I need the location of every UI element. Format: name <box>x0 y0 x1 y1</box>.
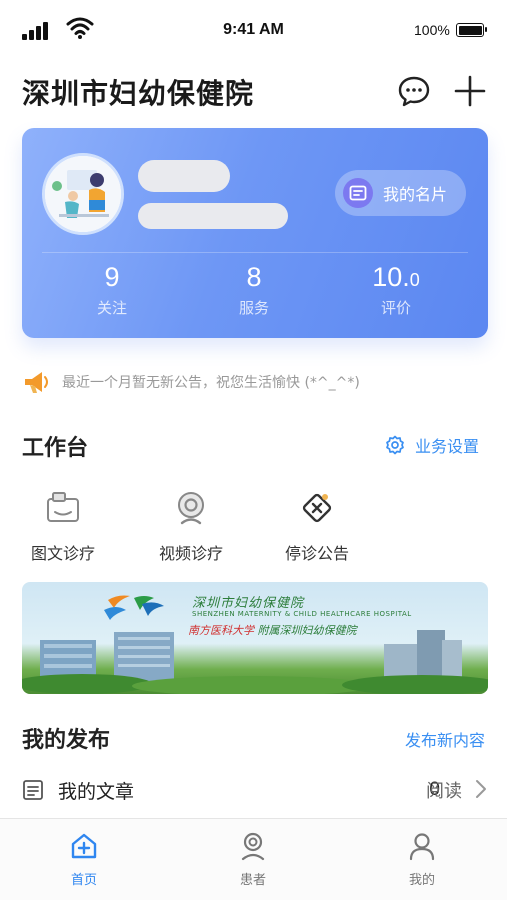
stat-rating-value: 10.0 <box>372 262 420 292</box>
stat-follow-label: 关注 <box>96 299 127 317</box>
my-articles-label: 我的文章 <box>58 780 135 803</box>
my-articles-row[interactable]: 我的文章 0 阅读 <box>22 772 488 808</box>
workbench-title: 工作台 <box>22 436 89 461</box>
camera-icon <box>178 492 204 525</box>
banner-title: 深圳市妇幼保健院 <box>192 596 305 611</box>
stat-service-value: 8 <box>246 262 262 292</box>
stat-rating[interactable]: 10.0 评价 <box>336 262 456 318</box>
article-icon <box>23 780 43 800</box>
card-divider <box>42 252 468 253</box>
tool-video-consult-label: 视频诊疗 <box>158 544 223 563</box>
profile-card[interactable]: 我的名片 9 关注 8 服务 10.0 评价 <box>22 128 488 338</box>
tab-home[interactable]: 首页 <box>44 831 124 888</box>
tab-mine[interactable]: 我的 <box>382 831 462 888</box>
gear-icon <box>386 435 404 455</box>
chat-doc-icon <box>47 492 79 522</box>
notice-text: 最近一个月暂无新公告，祝您生活愉快 (*^_^*) <box>62 375 360 391</box>
patient-icon <box>241 832 265 861</box>
banner-subtitle-2: 南方医科大学 附属深圳妇幼保健院 <box>188 624 357 637</box>
battery-icon <box>456 23 487 37</box>
business-card-icon <box>343 178 373 208</box>
home-icon <box>71 833 97 859</box>
megaphone-icon <box>25 372 48 393</box>
status-bar: 9:41 AM 100% <box>0 0 507 60</box>
bottom-tab-bar: 首页 患者 我的 <box>0 818 507 900</box>
message-icon[interactable] <box>396 73 432 109</box>
hospital-banner[interactable]: 深圳市妇幼保健院 SHENZHEN MATERNITY & CHILD HEAL… <box>22 582 488 694</box>
stat-rating-label: 评价 <box>380 299 411 317</box>
my-card-label: 我的名片 <box>383 185 448 204</box>
page-title: 深圳市妇幼保健院 <box>22 77 255 110</box>
notice-bar[interactable]: 最近一个月暂无新公告，祝您生活愉快 (*^_^*) <box>22 369 360 395</box>
doctor-title-redacted <box>138 203 288 229</box>
chevron-right-icon <box>476 780 486 798</box>
publish-title: 我的发布 <box>22 728 111 753</box>
tool-text-consult[interactable]: 图文诊疗 <box>8 490 118 564</box>
battery-percent: 100% <box>414 22 450 38</box>
tool-text-consult-label: 图文诊疗 <box>30 544 95 563</box>
business-settings-label: 业务设置 <box>415 437 480 456</box>
doctor-name-redacted <box>138 160 230 192</box>
my-card-button[interactable]: 我的名片 <box>335 170 466 216</box>
tool-stop-notice[interactable]: 停诊公告 <box>262 490 372 564</box>
banner-subtitle: SHENZHEN MATERNITY & CHILD HEALTHCARE HO… <box>192 610 412 618</box>
tab-patients[interactable]: 患者 <box>213 831 293 888</box>
tool-video-consult[interactable]: 视频诊疗 <box>136 490 246 564</box>
avatar[interactable] <box>42 153 124 235</box>
stat-follow-value: 9 <box>104 262 120 292</box>
tab-mine-label: 我的 <box>408 873 435 888</box>
tab-home-label: 首页 <box>70 873 97 888</box>
business-settings-link[interactable]: 业务设置 <box>385 433 479 457</box>
stat-follow[interactable]: 9 关注 <box>52 262 172 318</box>
publish-new-link[interactable]: 发布新内容 <box>405 727 485 751</box>
stat-service[interactable]: 8 服务 <box>194 262 314 318</box>
stop-notice-icon <box>302 493 332 523</box>
add-icon[interactable] <box>452 73 488 109</box>
user-icon <box>409 833 435 861</box>
stat-service-label: 服务 <box>238 299 269 317</box>
article-read-unit: 阅读 <box>426 781 462 802</box>
tab-patients-label: 患者 <box>239 873 266 888</box>
tool-stop-notice-label: 停诊公告 <box>284 544 349 563</box>
